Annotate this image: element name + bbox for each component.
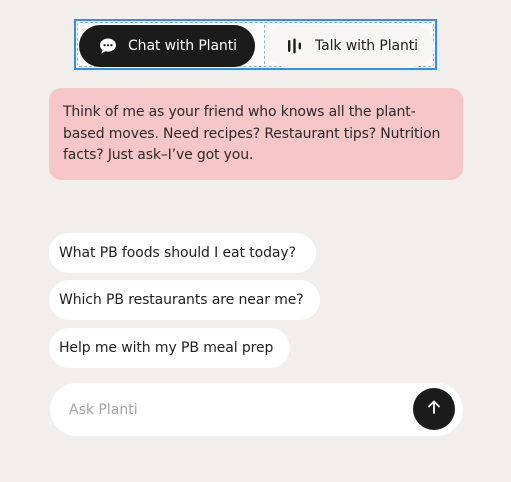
arrow-up-icon bbox=[426, 399, 442, 419]
audio-bars-icon bbox=[286, 37, 304, 55]
send-button[interactable] bbox=[413, 388, 455, 430]
intro-message-bubble: Think of me as your friend who knows all… bbox=[49, 88, 463, 180]
suggestion-chip-label: Help me with my PB meal prep bbox=[59, 340, 274, 356]
chat-with-planti-tab[interactable]: Chat with Planti bbox=[79, 25, 255, 67]
suggestion-chip[interactable]: What PB foods should I eat today? bbox=[49, 233, 316, 273]
chat-tab-label: Chat with Planti bbox=[128, 38, 237, 54]
chat-mode-toggle: Chat with Planti Talk with Planti bbox=[74, 19, 437, 70]
suggestion-chip[interactable]: Help me with my PB meal prep bbox=[49, 328, 290, 368]
ask-planti-bar bbox=[50, 383, 463, 436]
suggestion-chip-label: Which PB restaurants are near me? bbox=[59, 292, 304, 308]
suggestion-chip[interactable]: Which PB restaurants are near me? bbox=[49, 280, 320, 320]
suggestion-chip-label: What PB foods should I eat today? bbox=[59, 245, 296, 261]
chat-bubble-icon bbox=[99, 37, 117, 55]
toggle-divider bbox=[264, 25, 265, 64]
talk-tab-label: Talk with Planti bbox=[315, 38, 418, 54]
talk-with-planti-tab[interactable]: Talk with Planti bbox=[266, 25, 434, 67]
intro-message-text: Think of me as your friend who knows all… bbox=[63, 104, 441, 163]
ask-planti-input[interactable] bbox=[69, 383, 399, 436]
